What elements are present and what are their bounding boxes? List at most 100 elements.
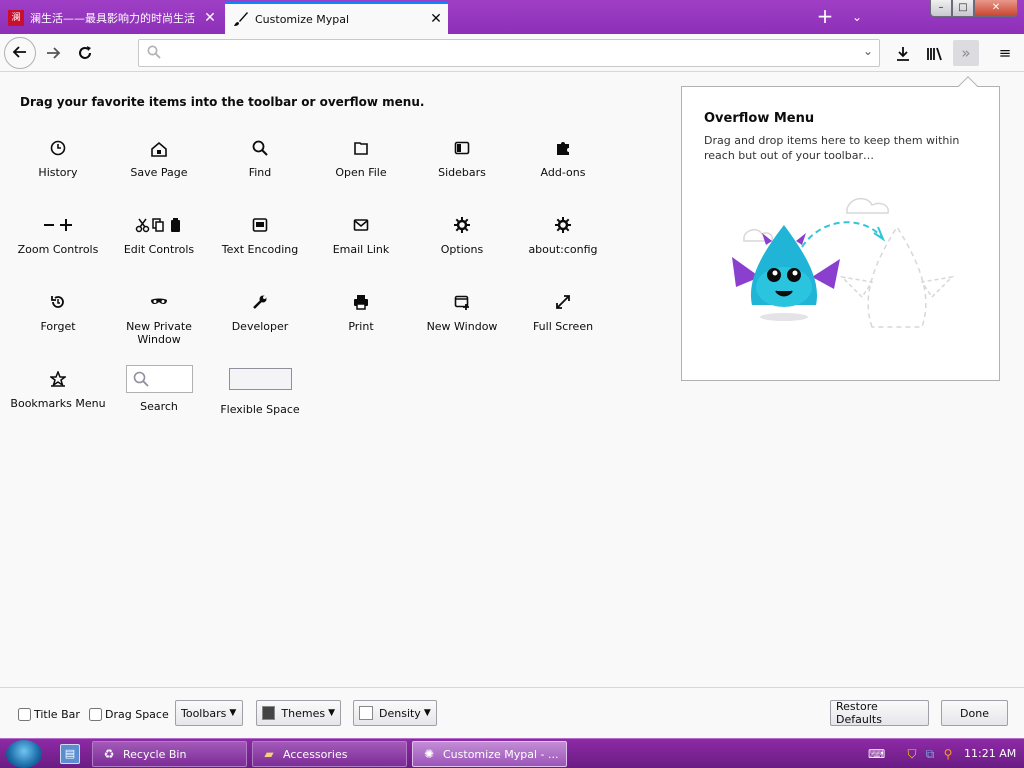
title-bar-check[interactable]: [18, 708, 31, 721]
puzzle-piece-icon: [513, 140, 613, 162]
palette-item-developer[interactable]: Developer: [210, 294, 310, 333]
close-tab-icon[interactable]: ✕: [198, 10, 222, 26]
palette-item-sidebars[interactable]: Sidebars: [412, 140, 512, 179]
palette-item-search[interactable]: Search: [109, 365, 209, 413]
new-tab-button[interactable]: +: [812, 4, 838, 30]
system-tray: ⌨ ⛉ ⧉ ⚲ 11:21 AM: [862, 739, 1024, 768]
chevron-down-icon: ▼: [328, 708, 335, 718]
tab-strip: 澜 澜生活——最具影响力的时尚生活 ✕ Customize Mypal ✕ + …: [0, 0, 1024, 34]
folder-icon: ▰: [264, 747, 274, 761]
tab-label: 澜生活——最具影响力的时尚生活: [30, 12, 195, 25]
palette-item-zoom-controls[interactable]: Zoom Controls: [8, 217, 108, 256]
windows-taskbar: ▤ ♻ Recycle Bin ▰ Accessories ✺ Customiz…: [0, 738, 1024, 768]
keyboard-icon[interactable]: ⌨: [868, 746, 885, 762]
drag-space-checkbox[interactable]: Drag Space: [89, 708, 169, 721]
zoom-controls-icon: [8, 217, 108, 239]
dragon-illustration-icon: [722, 187, 962, 340]
taskbar-item-mypal[interactable]: ✺ Customize Mypal - ...: [412, 741, 567, 767]
palette-item-history[interactable]: History: [8, 140, 108, 179]
forward-button[interactable]: [38, 38, 68, 68]
palette-item-bookmarks-menu[interactable]: Bookmarks Menu: [8, 369, 108, 410]
sidebars-icon: [412, 140, 512, 162]
restore-defaults-button[interactable]: Restore Defaults: [830, 700, 929, 726]
clock[interactable]: 11:21 AM: [964, 747, 1016, 760]
palette-item-print[interactable]: Print: [311, 294, 411, 333]
shield-icon[interactable]: ⛉: [904, 746, 920, 762]
download-icon[interactable]: [890, 40, 916, 66]
tab-lansh[interactable]: 澜 澜生活——最具影响力的时尚生活 ✕: [0, 2, 222, 34]
url-input[interactable]: [169, 43, 849, 63]
theme-swatch-icon: [262, 706, 276, 720]
palette-item-new-window[interactable]: New Window: [412, 294, 512, 333]
email-icon: [311, 217, 411, 239]
search-icon[interactable]: ⚲: [940, 746, 956, 762]
overflow-description: Drag and drop items here to keep them wi…: [704, 134, 960, 162]
close-tab-icon[interactable]: ✕: [424, 11, 448, 27]
site-favicon-icon: 澜: [8, 10, 24, 26]
tab-customize[interactable]: Customize Mypal ✕: [225, 2, 448, 34]
palette-item-flexible-space[interactable]: Flexible Space: [210, 368, 310, 416]
palette-item-forget[interactable]: Forget: [8, 294, 108, 333]
mypal-icon: ✺: [423, 747, 435, 761]
palette-item-find[interactable]: Find: [210, 140, 310, 179]
private-mask-icon: [109, 294, 209, 316]
drag-space-check[interactable]: [89, 708, 102, 721]
taskbar-item-recycle-bin[interactable]: ♻ Recycle Bin: [92, 741, 247, 767]
find-icon: [210, 140, 310, 162]
paintbrush-icon: [233, 11, 249, 27]
gear-icon: [412, 217, 512, 239]
palette-item-addons[interactable]: Add-ons: [513, 140, 613, 179]
tab-list-chevron-down-icon[interactable]: ⌄: [844, 4, 870, 30]
save-page-icon: [109, 140, 209, 162]
palette-item-text-encoding[interactable]: Text Encoding: [210, 217, 310, 256]
toolbars-dropdown-button[interactable]: Toolbars ▼: [175, 700, 243, 726]
chevron-down-icon: ▼: [423, 708, 431, 718]
palette-item-options[interactable]: Options: [412, 217, 512, 256]
navigation-toolbar: ⌄ » ≡: [0, 34, 1024, 72]
printer-icon: [311, 294, 411, 316]
close-window-button[interactable]: ✕: [974, 0, 1018, 17]
gear-icon: [513, 217, 613, 239]
restore-window-button[interactable]: □: [952, 0, 974, 17]
explorer-quicklaunch-icon[interactable]: ▤: [60, 744, 80, 764]
palette-item-about-config[interactable]: about:config: [513, 217, 613, 256]
bookmarks-star-icon: [8, 369, 108, 393]
search-icon: [133, 371, 149, 387]
hamburger-menu-icon[interactable]: ≡: [992, 40, 1018, 66]
search-box-preview: [125, 365, 193, 393]
minimize-window-button[interactable]: –: [930, 0, 952, 17]
palette-item-open-file[interactable]: Open File: [311, 140, 411, 179]
wrench-icon: [210, 294, 310, 316]
back-button[interactable]: [4, 37, 36, 69]
customize-footer: Title Bar Drag Space Toolbars ▼ Themes ▼…: [0, 687, 1024, 738]
palette-heading: Drag your favorite items into the toolba…: [20, 95, 425, 109]
tab-label: Customize Mypal: [255, 12, 350, 26]
library-icon[interactable]: [922, 40, 948, 66]
text-encoding-icon: [210, 217, 310, 239]
palette-item-edit-controls[interactable]: Edit Controls: [109, 217, 209, 256]
open-file-icon: [311, 140, 411, 162]
title-bar-checkbox[interactable]: Title Bar: [18, 708, 80, 721]
network-icon[interactable]: ⧉: [922, 746, 938, 762]
palette-item-save-page[interactable]: Save Page: [109, 140, 209, 179]
palette-item-private-window[interactable]: New Private Window: [109, 294, 209, 346]
reload-button[interactable]: [70, 38, 100, 68]
history-icon: [8, 140, 108, 162]
overflow-chevron-icon[interactable]: »: [953, 40, 979, 66]
taskbar-item-accessories[interactable]: ▰ Accessories: [252, 741, 407, 767]
url-bar[interactable]: ⌄: [138, 39, 880, 67]
palette-item-email-link[interactable]: Email Link: [311, 217, 411, 256]
chevron-down-icon: ▼: [229, 708, 237, 718]
palette-item-full-screen[interactable]: Full Screen: [513, 294, 613, 333]
start-button[interactable]: [6, 740, 42, 768]
done-button[interactable]: Done: [941, 700, 1008, 726]
overflow-title: Overflow Menu: [704, 111, 815, 126]
forget-icon: [8, 294, 108, 316]
recycle-bin-icon: ♻: [103, 747, 115, 761]
url-dropdown-chevron-down-icon[interactable]: ⌄: [863, 44, 873, 58]
edit-controls-icon: [109, 217, 209, 239]
density-swatch-icon: [359, 706, 373, 720]
themes-dropdown-button[interactable]: Themes ▼: [256, 700, 341, 726]
overflow-menu-panel[interactable]: Overflow Menu Drag and drop items here t…: [681, 76, 1000, 381]
density-dropdown-button[interactable]: Density ▼: [353, 700, 437, 726]
